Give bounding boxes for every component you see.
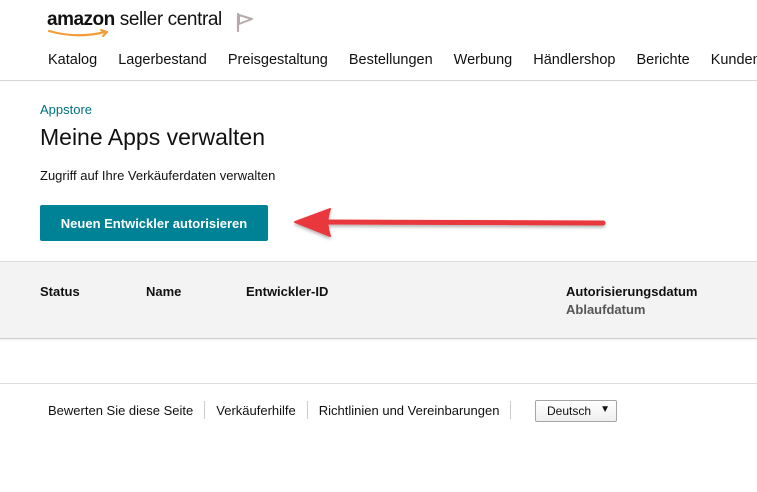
- red-arrow-annotation-icon: [294, 208, 606, 237]
- main-navigation: Katalog Lagerbestand Preisgestaltung Bes…: [48, 52, 757, 68]
- top-header: amazon seller central Katalog Lagerbesta…: [0, 0, 757, 81]
- nav-item-katalog[interactable]: Katalog: [48, 52, 97, 68]
- amazon-smile-icon: [47, 29, 108, 37]
- page: amazon seller central Katalog Lagerbesta…: [0, 0, 757, 492]
- language-selected-value: Deutsch: [547, 404, 592, 418]
- footer-link-policies[interactable]: Richtlinien und Vereinbarungen: [319, 403, 500, 418]
- footer-divider: [510, 401, 512, 419]
- authorize-new-developer-button[interactable]: Neuen Entwickler autorisieren: [40, 205, 268, 241]
- column-header-status: Status: [40, 284, 80, 299]
- page-title: Meine Apps verwalten: [40, 124, 266, 150]
- breadcrumb-appstore[interactable]: Appstore: [40, 102, 92, 117]
- nav-item-kunden[interactable]: Kundenz: [711, 52, 757, 68]
- page-subtitle: Zugriff auf Ihre Verkäuferdaten verwalte…: [40, 168, 276, 183]
- page-footer: Bewerten Sie diese Seite Verkäuferhilfe …: [0, 383, 757, 492]
- nav-item-preisgestaltung[interactable]: Preisgestaltung: [228, 52, 328, 68]
- caret-down-icon: ▼: [600, 404, 610, 415]
- nav-item-berichte[interactable]: Berichte: [636, 52, 689, 68]
- nav-item-haendlershop[interactable]: Händlershop: [533, 52, 615, 68]
- language-select[interactable]: Deutsch ▼: [535, 400, 617, 422]
- logo-product-text: seller central: [119, 9, 223, 30]
- column-header-authorization-date: Autorisierungsdatum: [566, 284, 698, 299]
- seller-central-logo[interactable]: amazon seller central: [47, 9, 223, 37]
- apps-table-header: Status Name Entwickler-ID Autorisierungs…: [0, 261, 757, 339]
- flag-icon[interactable]: [234, 12, 256, 32]
- nav-item-bestellungen[interactable]: Bestellungen: [349, 52, 433, 68]
- footer-link-seller-help[interactable]: Verkäuferhilfe: [216, 403, 296, 418]
- column-header-expiry-date: Ablaufdatum: [566, 302, 646, 317]
- column-header-developer-id: Entwickler-ID: [246, 284, 329, 299]
- nav-item-lagerbestand[interactable]: Lagerbestand: [118, 52, 207, 68]
- logo-brand-text: amazon: [47, 9, 115, 30]
- nav-item-werbung[interactable]: Werbung: [454, 52, 513, 68]
- footer-divider: [204, 401, 206, 419]
- column-header-name: Name: [146, 284, 182, 299]
- footer-divider: [306, 401, 308, 419]
- footer-links: Bewerten Sie diese Seite Verkäuferhilfe …: [48, 401, 522, 419]
- footer-link-rate-page[interactable]: Bewerten Sie diese Seite: [48, 403, 193, 418]
